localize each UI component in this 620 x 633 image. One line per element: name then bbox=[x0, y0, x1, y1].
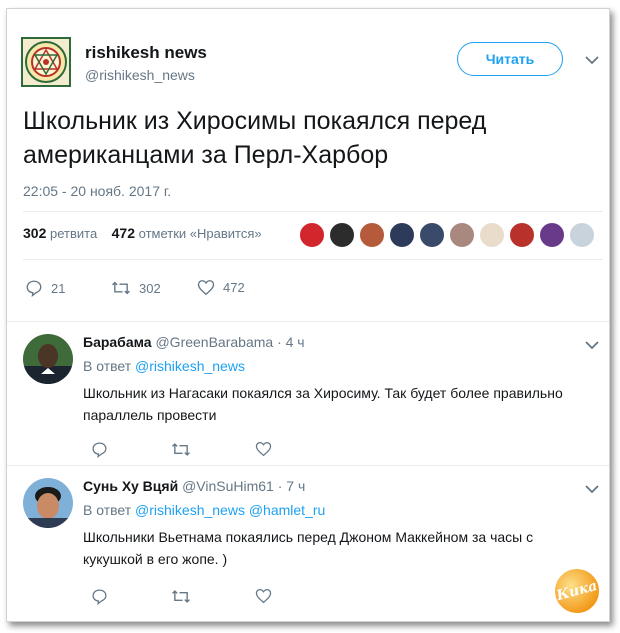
liker-avatar[interactable] bbox=[419, 222, 445, 248]
author-name[interactable]: rishikesh news bbox=[85, 43, 207, 63]
like-count[interactable]: 472 bbox=[112, 225, 135, 241]
retweet-icon bbox=[112, 281, 130, 295]
chevron-down-icon[interactable] bbox=[585, 340, 599, 350]
retweet-action[interactable]: 302 bbox=[111, 279, 161, 297]
heart-icon bbox=[255, 588, 272, 604]
reply-text: Школьники Вьетнама покаялись перед Джоно… bbox=[83, 529, 534, 567]
retweet-icon bbox=[172, 443, 190, 456]
reply-to-link[interactable]: @hamlet_ru bbox=[249, 502, 325, 518]
engagement-stats: 302 ретвита 472 отметки «Нравится» bbox=[23, 225, 262, 241]
tweet-text: Школьник из Хиросимы покаялся перед амер… bbox=[23, 107, 487, 169]
liker-avatar[interactable] bbox=[569, 222, 595, 248]
reply-icon bbox=[26, 280, 42, 297]
chevron-down-icon[interactable] bbox=[585, 484, 599, 494]
reply-action[interactable] bbox=[91, 441, 108, 463]
follow-button[interactable]: Читать bbox=[457, 42, 563, 76]
reply-author-handle[interactable]: @VinSuHim61 bbox=[182, 478, 274, 494]
reply-to-line: В ответ @rishikesh_news @hamlet_ru bbox=[83, 502, 325, 518]
liker-avatar[interactable] bbox=[509, 222, 535, 248]
reply-to-link[interactable]: @rishikesh_news bbox=[135, 502, 245, 518]
liker-avatar[interactable] bbox=[479, 222, 505, 248]
reply-to-line: В ответ @rishikesh_news bbox=[83, 358, 245, 374]
reply-header: Сунь Ху Вцяй @VinSuHim61 · 7 ч bbox=[83, 478, 305, 494]
reply-action[interactable] bbox=[91, 588, 108, 610]
reply-to-label: В ответ bbox=[83, 502, 132, 518]
reply-age[interactable]: · 4 ч bbox=[277, 334, 305, 350]
reply-icon bbox=[92, 589, 107, 606]
main-tweet: rishikesh news @rishikesh_news Читать Шк… bbox=[7, 9, 609, 319]
reply-icon bbox=[92, 442, 107, 459]
retweet-action[interactable] bbox=[171, 588, 191, 610]
like-label[interactable]: отметки «Нравится» bbox=[139, 226, 262, 241]
tweet-timestamp[interactable]: 22:05 - 20 нояб. 2017 г. bbox=[23, 183, 171, 199]
reply-to-label: В ответ bbox=[83, 358, 132, 374]
reply-age[interactable]: · 7 ч bbox=[278, 478, 306, 494]
retweet-action-count: 302 bbox=[139, 280, 161, 296]
tweet-card: rishikesh news @rishikesh_news Читать Шк… bbox=[6, 8, 610, 622]
reply-tweet[interactable]: Сунь Ху Вцяй @VinSuHim61 · 7 ч В ответ @… bbox=[7, 465, 609, 621]
liker-avatar[interactable] bbox=[449, 222, 475, 248]
like-action[interactable]: 472 bbox=[197, 279, 245, 296]
reply-header: Барабама @GreenBarabama · 4 ч bbox=[83, 334, 305, 350]
like-action[interactable] bbox=[255, 588, 272, 609]
chevron-down-icon[interactable] bbox=[585, 55, 599, 65]
divider bbox=[23, 259, 603, 260]
heart-icon bbox=[197, 280, 215, 296]
like-action-count: 472 bbox=[223, 280, 245, 295]
liker-avatar[interactable] bbox=[359, 222, 385, 248]
reply-to-link[interactable]: @rishikesh_news bbox=[135, 358, 245, 374]
avatar[interactable] bbox=[23, 334, 73, 384]
like-action[interactable] bbox=[255, 441, 272, 462]
retweet-label[interactable]: ретвита bbox=[50, 226, 97, 241]
reply-author-handle[interactable]: @GreenBarabama bbox=[155, 334, 273, 350]
divider bbox=[23, 211, 603, 212]
liker-avatar[interactable] bbox=[329, 222, 355, 248]
liker-avatar[interactable] bbox=[299, 222, 325, 248]
profile-avatar-logo[interactable] bbox=[21, 37, 71, 87]
reply-text: Школьник из Нагасаки покаялся за Хиросим… bbox=[83, 385, 563, 423]
reply-action[interactable]: 21 bbox=[25, 279, 65, 297]
reply-count: 21 bbox=[51, 280, 66, 296]
avatar[interactable] bbox=[23, 478, 73, 528]
liker-avatar[interactable] bbox=[539, 222, 565, 248]
author-handle[interactable]: @rishikesh_news bbox=[85, 67, 195, 83]
retweet-icon bbox=[172, 590, 190, 603]
retweet-count[interactable]: 302 bbox=[23, 225, 46, 241]
retweet-action[interactable] bbox=[171, 441, 191, 463]
heart-icon bbox=[255, 441, 272, 457]
reply-author-name[interactable]: Барабама bbox=[83, 334, 152, 350]
liker-avatar[interactable] bbox=[389, 222, 415, 248]
reply-author-name[interactable]: Сунь Ху Вцяй bbox=[83, 478, 178, 494]
reply-tweet[interactable]: Барабама @GreenBarabama · 4 ч В ответ @r… bbox=[7, 321, 609, 464]
